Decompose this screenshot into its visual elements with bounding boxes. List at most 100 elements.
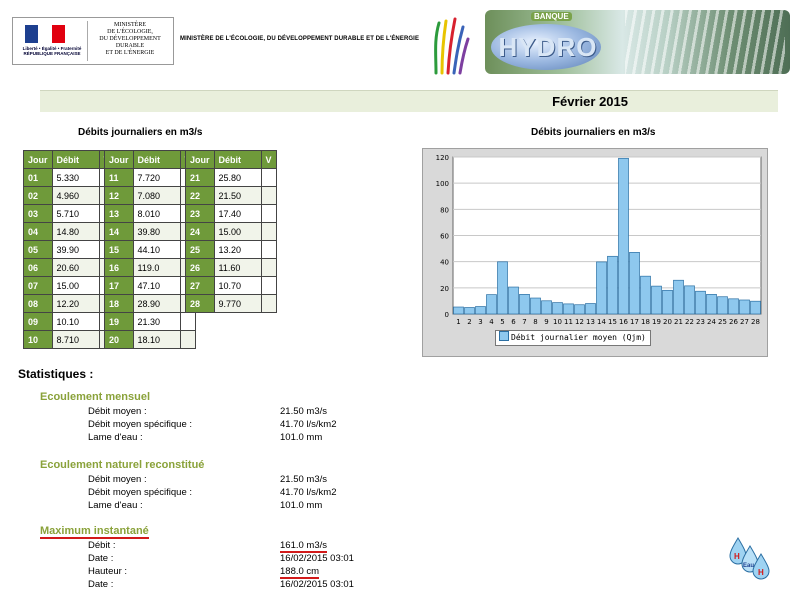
x-tick-label: 5 — [500, 318, 504, 326]
stat-label: Débit moyen spécifique : — [88, 419, 193, 430]
x-tick-label: 24 — [707, 318, 716, 326]
stat-label: Débit moyen : — [88, 406, 147, 417]
bar — [519, 294, 530, 315]
footer-letter: H — [758, 568, 764, 577]
header-jour: Jour — [23, 150, 53, 169]
flow-cell: 10.10 — [51, 312, 100, 331]
x-tick-label: 25 — [718, 318, 727, 326]
flow-cell: 28.90 — [132, 294, 181, 313]
table-row: 07 15.00 — [23, 276, 115, 295]
flow-cell: 15.00 — [213, 222, 262, 241]
day-cell: 24 — [185, 222, 215, 241]
flow-cell: 20.60 — [51, 258, 100, 277]
natural-flow-title: Ecoulement naturel reconstitué — [40, 459, 205, 471]
bar — [475, 306, 486, 315]
stat-value: 101.0 mm — [280, 500, 323, 511]
bar — [684, 285, 695, 315]
table-row: 08 12.20 — [23, 294, 115, 313]
bar — [530, 297, 541, 315]
x-tick-label: 9 — [544, 318, 548, 326]
day-cell: 16 — [104, 258, 134, 277]
bar — [728, 298, 739, 315]
day-cell: 07 — [23, 276, 53, 295]
x-tick-label: 18 — [641, 318, 650, 326]
bar — [508, 286, 519, 315]
stat-value: 101.0 mm — [280, 432, 323, 443]
x-tick-label: 8 — [533, 318, 537, 326]
stat-value: 41.70 l/s/km2 — [280, 419, 337, 430]
bar — [717, 296, 728, 315]
x-tick-label: 11 — [564, 318, 573, 326]
y-tick-label: 100 — [436, 180, 449, 188]
validity-cell — [179, 330, 196, 349]
daily-flow-chart: 0 20 40 60 80 100 120 1 2 3 4 5 6 7 8 9 10 11 12 13 14 15 16 17… — [422, 148, 768, 357]
waterfall-image — [625, 10, 785, 74]
table-row: 09 10.10 — [23, 312, 115, 331]
y-tick-label: 0 — [445, 311, 449, 319]
table-row: 16 119.0 — [104, 258, 196, 277]
day-cell: 02 — [23, 186, 53, 205]
daily-flow-table-1: JourDébitV015.330024.960035.7100414.8005… — [23, 150, 115, 349]
x-tick-label: 14 — [597, 318, 606, 326]
header-debit: Débit — [213, 150, 262, 169]
stat-label: Date : — [88, 579, 114, 590]
header-jour: Jour — [185, 150, 215, 169]
table-row: 18 28.90 — [104, 294, 196, 313]
x-tick-label: 28 — [751, 318, 760, 326]
x-tick-label: 7 — [522, 318, 526, 326]
statistics-title: Statistiques : — [18, 367, 94, 381]
table-row: 02 4.960 — [23, 186, 115, 205]
header-jour: Jour — [104, 150, 134, 169]
table-title: Débits journaliers en m3/s — [78, 127, 203, 138]
flow-cell: 25.80 — [213, 168, 262, 187]
x-tick-label: 27 — [740, 318, 749, 326]
validity-cell — [260, 222, 277, 241]
validity-cell — [179, 312, 196, 331]
x-tick-label: 20 — [663, 318, 672, 326]
day-cell: 04 — [23, 222, 53, 241]
bar — [673, 279, 684, 315]
table-row: 22 21.50 — [185, 186, 277, 205]
bar — [651, 285, 662, 315]
validity-cell — [260, 204, 277, 223]
hydro-logo-text: HYDRO — [498, 32, 598, 62]
day-cell: 21 — [185, 168, 215, 187]
bar — [574, 304, 585, 315]
flow-cell: 10.70 — [213, 276, 262, 295]
table-row: 19 21.30 — [104, 312, 196, 331]
bar — [585, 303, 596, 315]
hydro-globe-icon: HYDRO — [491, 24, 601, 70]
flow-cell: 7.720 — [132, 168, 181, 187]
day-cell: 09 — [23, 312, 53, 331]
table-row: 20 18.10 — [104, 330, 196, 349]
table-row: 05 39.90 — [23, 240, 115, 259]
day-cell: 10 — [23, 330, 53, 349]
hydro-drops-logo[interactable]: H Eau H — [728, 534, 770, 580]
stat-label: Lame d'eau : — [88, 500, 143, 511]
x-tick-label: 1 — [456, 318, 460, 326]
validity-cell — [260, 240, 277, 259]
day-cell: 23 — [185, 204, 215, 223]
day-cell: 01 — [23, 168, 53, 187]
x-tick-label: 2 — [467, 318, 471, 326]
day-cell: 15 — [104, 240, 134, 259]
bar — [739, 299, 750, 315]
republique-francaise-logo[interactable]: Liberté • Égalité • Fraternité RÉPUBLIQU… — [12, 17, 174, 65]
flow-cell: 18.10 — [132, 330, 181, 349]
banque-hydro-banner[interactable]: HYDRO BANQUE — [485, 10, 790, 74]
table-row: 03 5.710 — [23, 204, 115, 223]
table-row: 23 17.40 — [185, 204, 277, 223]
x-tick-label: 6 — [511, 318, 516, 326]
day-cell: 20 — [104, 330, 134, 349]
stat-label: Débit moyen : — [88, 474, 147, 485]
brush-strokes-icon — [434, 17, 470, 75]
bar — [750, 300, 761, 315]
header-debit: Débit — [132, 150, 181, 169]
logo-divider — [87, 21, 88, 61]
table-header-row: JourDébitV — [185, 150, 277, 169]
x-tick-label: 21 — [674, 318, 683, 326]
logo-ministry-name: MINISTÈRE DE L'ÉCOLOGIE, DU DÉVELOPPEMEN… — [99, 22, 161, 56]
day-cell: 28 — [185, 294, 215, 313]
table-row: 15 44.10 — [104, 240, 196, 259]
table-row: 14 39.80 — [104, 222, 196, 241]
